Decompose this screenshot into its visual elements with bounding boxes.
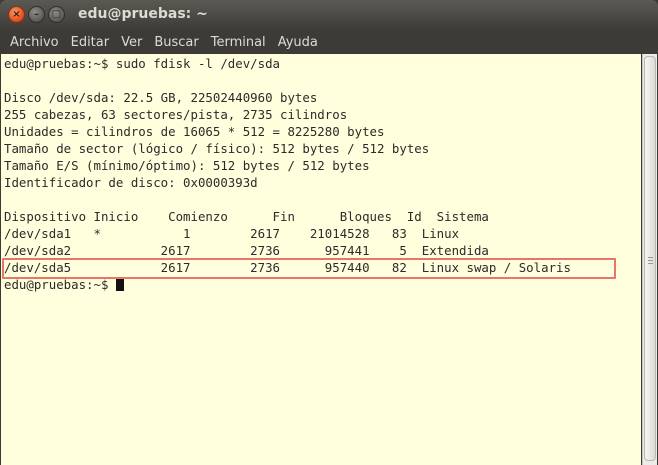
grip-line xyxy=(648,257,653,258)
io-size-line: Tamaño E/S (mínimo/óptimo): 512 bytes / … xyxy=(4,158,370,173)
command-line: edu@pruebas:~$ sudo fdisk -l /dev/sda xyxy=(4,56,281,71)
menu-buscar[interactable]: Buscar xyxy=(148,35,204,50)
prompt-line: edu@pruebas:~$ xyxy=(4,276,641,293)
menu-bar: Archivo Editar Ver Buscar Terminal Ayuda xyxy=(0,30,658,54)
sector-size-line: Tamaño de sector (lógico / físico): 512 … xyxy=(4,141,430,156)
menu-ayuda[interactable]: Ayuda xyxy=(272,35,324,50)
grip-line xyxy=(648,260,653,261)
minimize-icon[interactable]: – xyxy=(28,6,45,23)
terminal-window: × – □ edu@pruebas: ~ Archivo Editar Ver … xyxy=(0,0,658,465)
menu-ver[interactable]: Ver xyxy=(115,35,148,50)
window-title: edu@pruebas: ~ xyxy=(78,6,208,22)
partition-row-sda1: /dev/sda1 * 1 2617 21014528 83 Linux xyxy=(4,226,460,241)
text-cursor xyxy=(115,277,124,291)
partition-row-sda5: /dev/sda5 2617 2736 957440 82 Linux swap… xyxy=(4,260,571,275)
menu-archivo[interactable]: Archivo xyxy=(4,35,65,50)
units-line: Unidades = cilindros de 16065 * 512 = 82… xyxy=(4,124,385,139)
menu-editar[interactable]: Editar xyxy=(65,35,116,50)
close-icon[interactable]: × xyxy=(8,6,25,23)
maximize-icon[interactable]: □ xyxy=(48,6,65,23)
title-bar[interactable]: × – □ edu@pruebas: ~ xyxy=(0,0,658,30)
prompt: edu@pruebas:~$ xyxy=(4,277,116,292)
scrollbar-thumb[interactable] xyxy=(644,56,656,461)
disk-info-line: Disco /dev/sda: 22.5 GB, 22502440960 byt… xyxy=(4,90,318,105)
terminal-output[interactable]: edu@pruebas:~$ sudo fdisk -l /dev/sda Di… xyxy=(1,54,641,465)
partition-row-sda2: /dev/sda2 2617 2736 957441 5 Extendida xyxy=(4,243,489,258)
disk-identifier-line: Identificador de disco: 0x0000393d xyxy=(4,175,258,190)
vertical-scrollbar[interactable] xyxy=(642,54,657,465)
terminal-frame: edu@pruebas:~$ sudo fdisk -l /dev/sda Di… xyxy=(0,54,658,465)
geometry-line: 255 cabezas, 63 sectores/pista, 2735 cil… xyxy=(4,107,348,122)
partition-table-header: Dispositivo Inicio Comienzo Fin Bloques … xyxy=(4,209,489,224)
menu-terminal[interactable]: Terminal xyxy=(205,35,272,50)
grip-line xyxy=(648,263,653,264)
